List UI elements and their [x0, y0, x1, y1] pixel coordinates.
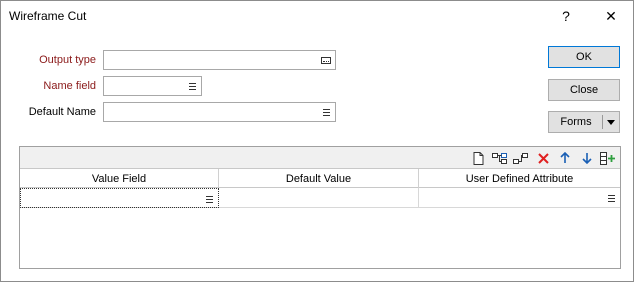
delete-icon[interactable]: [535, 150, 551, 166]
column-header-value-field[interactable]: Value Field: [20, 169, 219, 188]
forms-button[interactable]: Forms: [548, 111, 620, 133]
name-field-list-icon[interactable]: [185, 79, 199, 93]
move-down-icon[interactable]: [579, 150, 595, 166]
default-name-input[interactable]: [103, 102, 336, 122]
insert-row-icon[interactable]: [492, 150, 508, 166]
forms-dropdown-icon[interactable]: [607, 120, 615, 125]
grid-header-row: Value Field Default Value User Defined A…: [20, 169, 620, 188]
append-row-icon[interactable]: [513, 150, 529, 166]
output-type-label: Output type: [39, 54, 96, 66]
grid-toolbar: [20, 147, 620, 169]
dialog-title: Wireframe Cut: [9, 9, 87, 23]
new-document-icon[interactable]: [470, 150, 486, 166]
attribute-grid: Value Field Default Value User Defined A…: [19, 146, 621, 269]
user-defined-attribute-list-icon[interactable]: [606, 193, 616, 203]
output-type-field[interactable]: [103, 50, 336, 70]
value-field-list-icon[interactable]: [204, 194, 214, 204]
name-field-label: Name field: [43, 80, 96, 92]
add-column-icon[interactable]: [600, 150, 616, 166]
user-defined-attribute-cell[interactable]: [419, 188, 620, 208]
forms-button-label: Forms: [560, 116, 592, 128]
move-up-icon[interactable]: [557, 150, 573, 166]
default-name-label: Default Name: [28, 106, 96, 118]
title-bar: Wireframe Cut ? ✕: [1, 1, 633, 31]
default-value-cell[interactable]: [219, 188, 419, 208]
help-button[interactable]: ?: [552, 5, 580, 27]
output-type-browse-icon[interactable]: [319, 53, 333, 67]
table-row: [20, 188, 620, 208]
default-name-list-icon[interactable]: [319, 105, 333, 119]
wireframe-cut-dialog: Wireframe Cut ? ✕ Output type Name field…: [0, 0, 634, 282]
column-header-user-defined-attribute[interactable]: User Defined Attribute: [419, 169, 620, 188]
column-header-default-value[interactable]: Default Value: [219, 169, 419, 188]
close-button[interactable]: Close: [548, 79, 620, 101]
close-window-button[interactable]: ✕: [597, 5, 625, 27]
value-field-cell[interactable]: [20, 188, 219, 208]
name-field-input[interactable]: [103, 76, 202, 96]
ok-button[interactable]: OK: [548, 46, 620, 68]
